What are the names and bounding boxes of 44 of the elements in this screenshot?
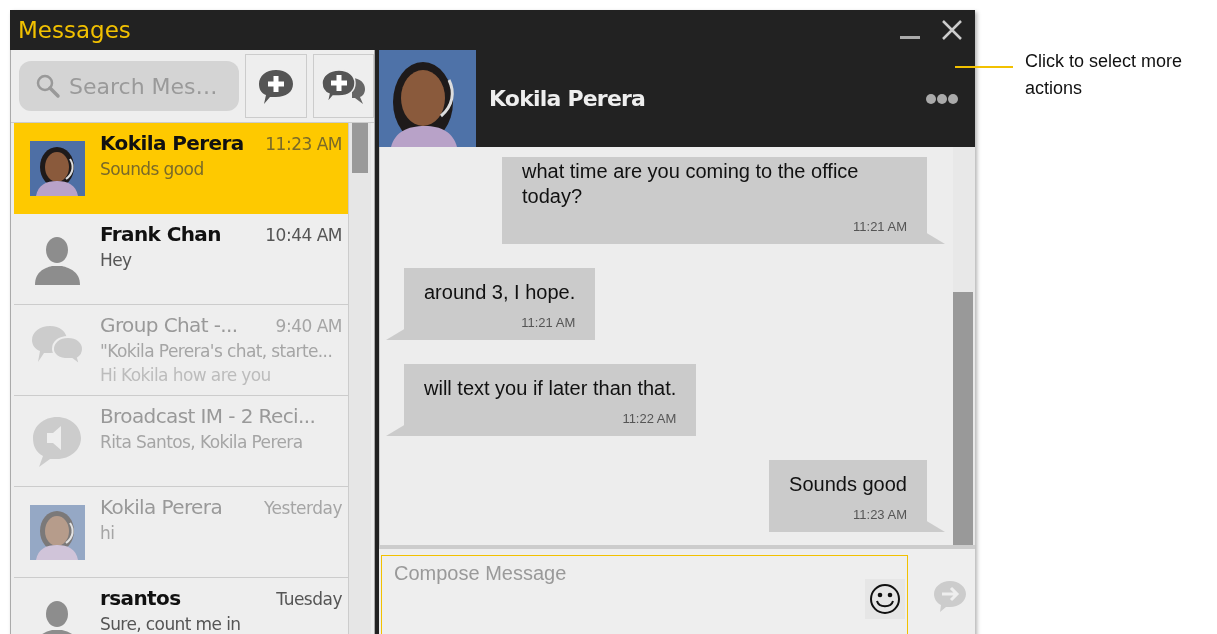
callout-text: Click to select more actions [1025, 50, 1184, 100]
contact-name: Frank Chan [100, 222, 221, 246]
message-time: 10:44 AM [265, 225, 342, 245]
message-time: 11:23 AM [853, 507, 907, 522]
new-chat-button[interactable] [245, 54, 307, 118]
scrollbar[interactable] [352, 123, 368, 173]
message-time: 11:21 AM [853, 219, 907, 234]
message-preview: Hey [100, 250, 133, 270]
leader-line [955, 66, 1013, 68]
conversation-item[interactable]: rsantos Tuesday Sure, count me in [14, 578, 348, 634]
message-preview: Rita Santos, Kokila Perera [100, 432, 304, 452]
send-icon [932, 579, 968, 613]
message-time: 11:23 AM [265, 134, 342, 154]
conversation-item[interactable]: Frank Chan 10:44 AM Hey [14, 214, 348, 305]
message-time: 11:21 AM [521, 315, 576, 330]
close-icon[interactable] [941, 19, 963, 41]
message-preview: hi [100, 523, 116, 543]
search-field[interactable]: Search Mes… [19, 61, 239, 111]
compose-field[interactable]: Compose Message [381, 555, 908, 634]
contact-name: Kokila Perera [489, 86, 647, 111]
more-icon [925, 92, 959, 105]
search-icon [35, 73, 61, 99]
message-time: 11:22 AM [622, 411, 677, 426]
message-text: what time are you coming to the office today? [522, 159, 860, 209]
message-time: Tuesday [276, 589, 342, 609]
message-time: Yesterday [263, 498, 342, 518]
contact-name: Kokila Perera [100, 495, 223, 519]
message-text: will text you if later than that. [424, 376, 677, 401]
new-group-chat-button[interactable] [312, 54, 374, 118]
message-preview: Sounds good [100, 159, 205, 179]
contact-name: Kokila Perera [100, 131, 244, 155]
message-text: Sounds good [789, 472, 907, 497]
window-title: Messages [18, 17, 131, 43]
contact-name: Broadcast IM - 2 Reci... [100, 404, 316, 428]
message-time: 9:40 AM [275, 316, 342, 336]
emoji-button[interactable] [865, 579, 905, 619]
contact-name: rsantos [100, 586, 181, 610]
smiley-icon [869, 583, 901, 615]
message-text: around 3, I hope. [424, 280, 576, 305]
message-preview: Sure, count me in [100, 614, 242, 634]
contact-name: Group Chat -... [100, 313, 238, 337]
scrollbar[interactable] [953, 292, 973, 545]
message-preview: "Kokila Perera's chat, starte... [100, 341, 334, 361]
conversation-item[interactable]: Kokila Perera 11:23 AM Sounds good [14, 123, 348, 214]
